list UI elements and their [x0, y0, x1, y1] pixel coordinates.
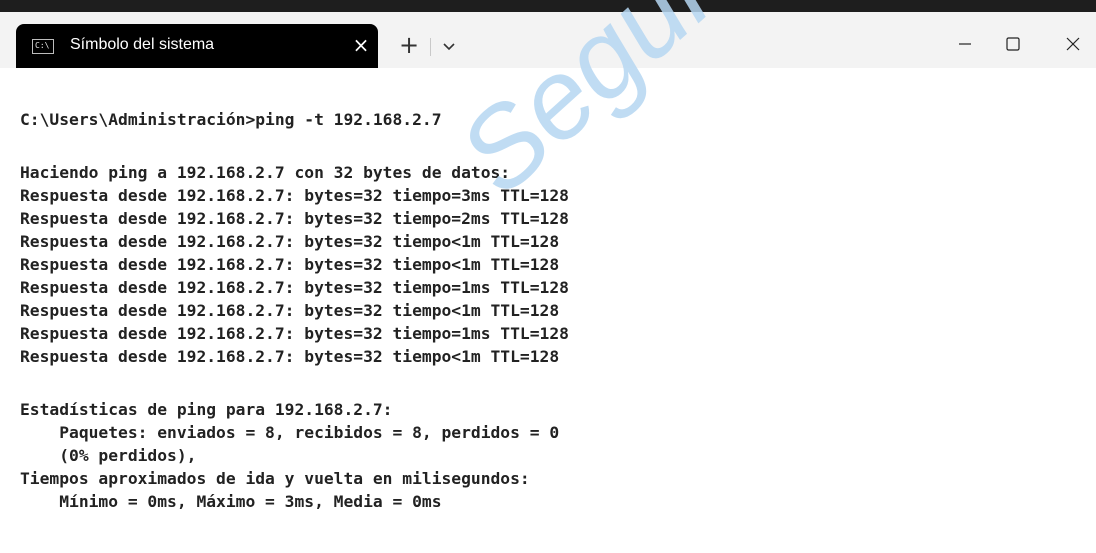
console-line: Estadísticas de ping para 192.168.2.7: [20, 400, 393, 419]
tab-dropdown-button[interactable] [440, 36, 458, 56]
chevron-down-icon [443, 43, 455, 51]
console-line: Respuesta desde 192.168.2.7: bytes=32 ti… [20, 255, 560, 274]
maximize-button[interactable] [998, 32, 1028, 56]
console-line: Paquetes: enviados = 8, recibidos = 8, p… [20, 423, 560, 442]
console-line: Respuesta desde 192.168.2.7: bytes=32 ti… [20, 278, 569, 297]
tab-title: Símbolo del sistema [70, 36, 215, 53]
console-line: C:\Users\Administración>ping -t 192.168.… [20, 110, 442, 129]
console-line: Respuesta desde 192.168.2.7: bytes=32 ti… [20, 209, 569, 228]
console-line: Mínimo = 0ms, Máximo = 3ms, Media = 0ms [20, 492, 442, 511]
maximize-icon [1006, 37, 1020, 51]
new-tab-button[interactable]: + [398, 33, 420, 57]
close-window-button[interactable] [1058, 32, 1088, 56]
console-output[interactable]: C:\Users\Administración>ping -t 192.168.… [0, 68, 1096, 553]
close-tab-button[interactable]: × [350, 34, 372, 56]
top-edge [0, 0, 1096, 12]
title-bar: C:\ Símbolo del sistema × + [0, 12, 1096, 68]
console-line: (0% perdidos), [20, 446, 197, 465]
console-line: Haciendo ping a 192.168.2.7 con 32 bytes… [20, 163, 511, 182]
console-line: Tiempos aproximados de ida y vuelta en m… [20, 469, 530, 488]
console-line: Respuesta desde 192.168.2.7: bytes=32 ti… [20, 301, 560, 320]
console-line: Respuesta desde 192.168.2.7: bytes=32 ti… [20, 186, 569, 205]
console-line: Respuesta desde 192.168.2.7: bytes=32 ti… [20, 324, 569, 343]
tab-separator [430, 38, 431, 56]
console-line: Respuesta desde 192.168.2.7: bytes=32 ti… [20, 347, 560, 366]
minimize-button[interactable] [950, 32, 980, 56]
close-icon [1066, 37, 1080, 51]
minimize-icon [959, 43, 971, 45]
command-prompt-icon: C:\ [32, 39, 54, 54]
tab-simbolo-del-sistema[interactable]: C:\ Símbolo del sistema × [16, 24, 378, 68]
console-line: Respuesta desde 192.168.2.7: bytes=32 ti… [20, 232, 560, 251]
